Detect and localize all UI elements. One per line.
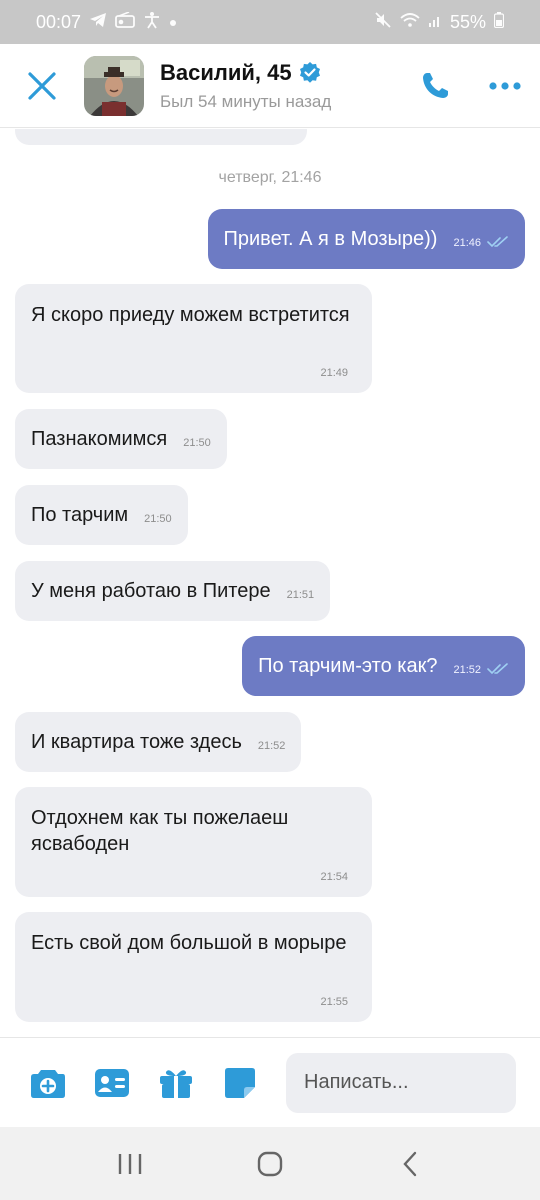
message-bubble-incoming[interactable]: Я скоро приеду можем встретится 21:49: [15, 284, 372, 393]
sticker-button[interactable]: [208, 1051, 272, 1115]
message-bubble-partial: [15, 129, 307, 145]
message-bubble-incoming[interactable]: Пазнакомимся 21:50: [15, 409, 227, 469]
verified-badge-icon: [299, 61, 320, 83]
close-icon: [28, 71, 56, 100]
last-seen-status: Был 54 минуты назад: [160, 91, 332, 111]
more-button[interactable]: [470, 44, 540, 128]
message-text: Пазнакомимся: [31, 428, 168, 450]
share-contact-button[interactable]: [80, 1051, 144, 1115]
message-list[interactable]: четверг, 21:46 Привет. А я в Мозыре)) 21…: [0, 129, 540, 1037]
message-bubble-incoming[interactable]: По тарчим 21:50: [15, 485, 188, 545]
gift-icon: [160, 1069, 192, 1098]
contact-name[interactable]: Василий, 45: [160, 60, 292, 86]
status-bar: 00:07 55%: [0, 0, 540, 44]
recents-icon: [118, 1153, 142, 1174]
message-time: 21:50: [144, 513, 172, 525]
battery-percent: 55%: [449, 11, 486, 32]
more-dots-icon: [489, 81, 521, 90]
mute-icon: [374, 11, 392, 33]
message-text: По тарчим: [31, 504, 129, 526]
message-time: 21:51: [286, 589, 315, 601]
accessibility-icon: [143, 11, 161, 33]
recents-button[interactable]: [90, 1127, 170, 1200]
contact-card-icon: [95, 1068, 129, 1097]
avatar[interactable]: [84, 55, 144, 116]
message-text: И квартира тоже здесь: [31, 731, 242, 753]
home-button[interactable]: [230, 1127, 310, 1200]
call-button[interactable]: [400, 44, 470, 128]
radio-icon: [115, 11, 135, 32]
message-bubble-incoming[interactable]: Есть свой дом большой в морыре 21:55: [15, 912, 372, 1022]
message-composer: [0, 1037, 540, 1127]
message-time: 21:52: [453, 664, 481, 676]
dot-indicator-icon: [169, 14, 177, 31]
send-gift-button[interactable]: [144, 1051, 208, 1115]
message-time: 21:49: [320, 367, 348, 379]
message-time: 21:50: [183, 437, 211, 449]
back-icon: [403, 1151, 417, 1176]
message-bubble-outgoing[interactable]: Привет. А я в Мозыре)) 21:46: [207, 209, 525, 269]
date-separator: четверг, 21:46: [218, 169, 322, 186]
message-bubble-outgoing[interactable]: По тарчим-это как? 21:52: [242, 636, 525, 696]
home-icon: [257, 1151, 283, 1176]
message-text: Есть свой дом большой в морыре: [31, 932, 347, 954]
double-check-read-icon: [487, 236, 508, 248]
message-text: Я скоро приеду можем встретится: [31, 304, 350, 326]
attach-photo-button[interactable]: [16, 1051, 80, 1115]
message-text: У меня работаю в Питере: [31, 580, 271, 602]
system-nav-bar: [0, 1127, 540, 1200]
message-time: 21:46: [453, 237, 481, 249]
telegram-icon: [89, 12, 107, 32]
phone-icon: [423, 72, 448, 98]
battery-icon: [493, 12, 505, 32]
double-check-read-icon: [487, 663, 508, 675]
status-time: 00:07: [36, 11, 82, 32]
camera-plus-icon: [31, 1069, 65, 1098]
wifi-icon: [400, 12, 420, 32]
message-text: По тарчим-это как?: [258, 655, 438, 677]
message-input[interactable]: [304, 1071, 516, 1094]
message-bubble-incoming[interactable]: Отдохнем как ты пожелаеш ясвабоден 21:54: [15, 787, 372, 897]
message-time: 21:55: [320, 996, 348, 1008]
message-time: 21:52: [257, 740, 286, 752]
message-text: Отдохнем как ты пожелаеш ясвабоден: [31, 807, 289, 855]
sticker-icon: [225, 1067, 255, 1098]
message-bubble-incoming[interactable]: У меня работаю в Питере 21:51: [15, 561, 331, 621]
message-bubble-incoming[interactable]: И квартира тоже здесь 21:52: [15, 712, 302, 772]
signal-icon: [428, 13, 442, 31]
message-text: Привет. А я в Мозыре)): [223, 228, 438, 250]
chat-header: Василий, 45 Был 54 минуты назад: [0, 44, 540, 128]
message-input-container[interactable]: [286, 1052, 516, 1113]
message-time: 21:54: [320, 871, 348, 883]
close-button[interactable]: [0, 44, 84, 128]
back-button[interactable]: [370, 1127, 450, 1200]
